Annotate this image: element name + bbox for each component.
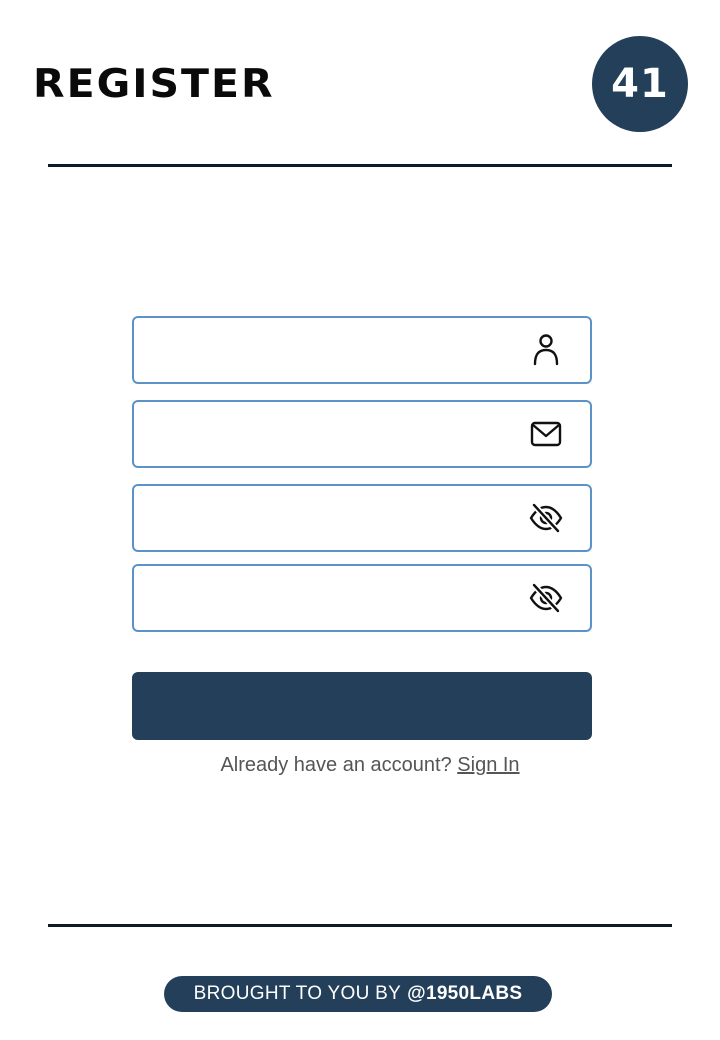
password-input[interactable] [148, 486, 522, 552]
credit-handle: @1950LABS [407, 983, 523, 1004]
confirm-password-field[interactable] [132, 564, 592, 632]
signin-prompt-line: Already have an account? Sign In [0, 752, 720, 778]
username-field[interactable] [132, 316, 592, 384]
eye-off-icon[interactable] [528, 500, 564, 536]
user-icon [528, 332, 564, 368]
sign-in-link[interactable]: Sign In [457, 754, 519, 776]
top-divider [48, 164, 672, 167]
mail-icon [528, 416, 564, 452]
password-field[interactable] [132, 484, 592, 552]
page-title: REGISTER [33, 60, 275, 107]
register-page: REGISTER 41 Already have an account? Sig… [0, 0, 720, 1040]
confirm-password-input[interactable] [148, 566, 522, 632]
eye-off-icon[interactable] [528, 580, 564, 616]
username-input[interactable] [148, 318, 522, 384]
email-field[interactable] [132, 400, 592, 468]
number-badge: 41 [592, 36, 688, 132]
bottom-divider [48, 924, 672, 927]
email-input[interactable] [148, 402, 522, 468]
credit-badge: BROUGHT TO YOU BY @1950LABS [164, 976, 552, 1012]
register-button[interactable] [132, 672, 592, 740]
credit-prefix: BROUGHT TO YOU BY [193, 983, 402, 1004]
signin-prompt: Already have an account? [220, 754, 452, 776]
